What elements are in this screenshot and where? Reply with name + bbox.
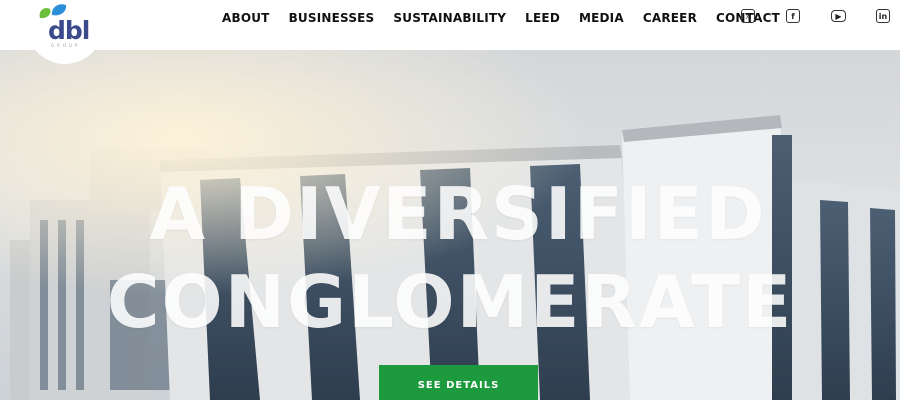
hero-title-line-2: CONGLOMERATE (106, 260, 794, 344)
x-icon[interactable]: 𝕏 (741, 9, 755, 23)
linkedin-icon[interactable]: in (876, 9, 890, 23)
dbl-logo[interactable]: dbl GROUP (36, 2, 96, 48)
hero-title-line-1: A DIVERSIFIED (149, 172, 767, 256)
main-nav: ABOUT BUSINESSES SUSTAINABILITY LEED MED… (222, 0, 799, 36)
nav-item-leed[interactable]: LEED (525, 11, 560, 25)
nav-item-businesses[interactable]: BUSINESSES (289, 11, 375, 25)
facebook-icon[interactable]: f (786, 9, 800, 23)
see-details-button[interactable]: SEE DETAILS (379, 365, 538, 400)
hero-banner: A DIVERSIFIED CONGLOMERATE SEE DETAILS (0, 50, 900, 400)
nav-item-career[interactable]: CAREER (643, 11, 697, 25)
nav-item-sustainability[interactable]: SUSTAINABILITY (393, 11, 506, 25)
nav-item-media[interactable]: MEDIA (579, 11, 624, 25)
nav-item-about[interactable]: ABOUT (222, 11, 270, 25)
logo-wordmark: dbl (48, 16, 90, 45)
youtube-icon[interactable]: ▶ (831, 10, 846, 22)
site-header: dbl GROUP ABOUT BUSINESSES SUSTAINABILIT… (0, 0, 900, 64)
logo-subtext: GROUP (51, 43, 81, 48)
